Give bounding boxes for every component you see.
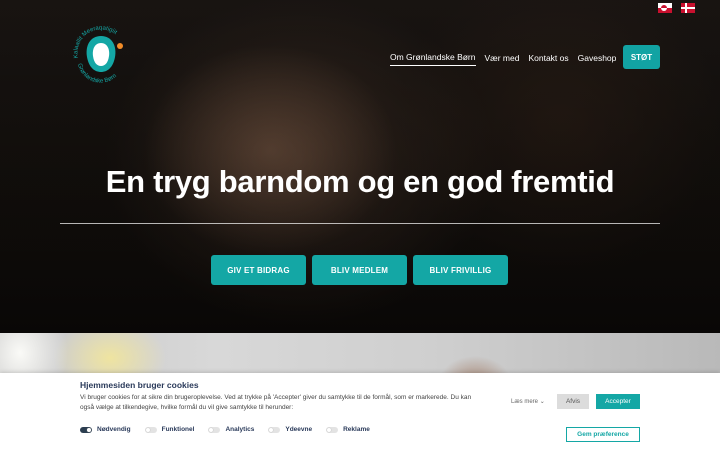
cookie-category-label: Ydeevne (285, 426, 313, 433)
toggle-switch[interactable] (208, 426, 221, 433)
nav-item-vaer-med[interactable]: Vær med (485, 53, 520, 66)
cookie-category-functional[interactable]: Funktionel (144, 426, 195, 433)
hero-title: En tryg barndom og en god fremtid (105, 164, 615, 199)
cookie-category-performance[interactable]: Ydeevne (268, 426, 312, 433)
toggle-switch[interactable] (80, 426, 92, 433)
cookie-category-label: Nødvendig (97, 426, 131, 433)
cookie-categories: Nødvendig Funktionel Analytics Ydeevne R… (80, 426, 370, 433)
read-more-label: Læs mere (511, 399, 539, 405)
toggle-switch[interactable] (268, 426, 281, 433)
toggle-switch[interactable] (144, 426, 157, 433)
main-nav: Om Grønlandske Børn Vær med Kontakt os G… (390, 52, 657, 66)
cookie-text: Vi bruger cookies for at sikre din bruge… (80, 394, 472, 411)
become-volunteer-button[interactable]: BLIV FRIVILLIG (413, 255, 508, 285)
cookie-banner: Hjemmesiden bruger cookies Vi bruger coo… (0, 373, 720, 450)
hero-divider (60, 223, 660, 224)
cookie-category-label: Analytics (225, 426, 255, 433)
cookie-category-advertising[interactable]: Reklame (326, 426, 370, 433)
cookie-category-label: Funktionel (161, 426, 195, 433)
cookie-category-necessary[interactable]: Nødvendig (80, 426, 131, 433)
hero-cta-group: GIV ET BIDRAG BLIV MEDLEM BLIV FRIVILLIG (211, 255, 508, 285)
cookie-category-label: Reklame (343, 426, 370, 433)
cookie-title: Hjemmesiden bruger cookies (80, 380, 199, 390)
logo-sun-icon (117, 43, 123, 49)
cookie-save-preferences-button[interactable]: Gem præference (566, 427, 640, 442)
donate-button[interactable]: GIV ET BIDRAG (211, 255, 306, 285)
language-switcher (658, 3, 695, 13)
nav-item-om-gronlandske-born[interactable]: Om Grønlandske Børn (390, 52, 476, 66)
flag-greenland-icon[interactable] (658, 3, 672, 13)
cookie-read-more-link[interactable]: Læs mere ⌄ (511, 398, 545, 405)
nav-item-gaveshop[interactable]: Gaveshop (578, 53, 617, 66)
toggle-switch[interactable] (326, 426, 339, 433)
cookie-decline-button[interactable]: Afvis (557, 394, 589, 409)
flag-denmark-icon[interactable] (681, 3, 695, 13)
become-member-button[interactable]: BLIV MEDLEM (312, 255, 407, 285)
support-button[interactable]: STØT (623, 45, 660, 69)
chevron-down-icon: ⌄ (539, 399, 545, 405)
nav-item-kontakt-os[interactable]: Kontakt os (528, 53, 568, 66)
cookie-category-analytics[interactable]: Analytics (208, 426, 254, 433)
cookie-accept-button[interactable]: Accepter (596, 394, 640, 409)
site-logo[interactable]: Kalaallit Meeraqatigiit Grønlandske Børn (70, 24, 132, 86)
